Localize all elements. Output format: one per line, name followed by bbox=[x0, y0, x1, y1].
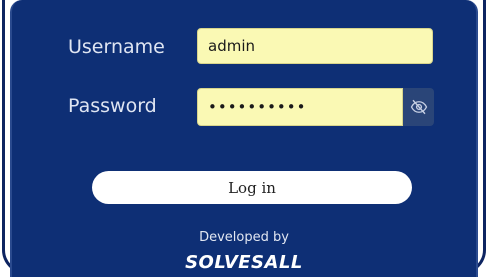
password-input[interactable] bbox=[197, 88, 403, 126]
solvesall-logo: SOLVESALL bbox=[185, 252, 303, 273]
developed-by-text: Developed by bbox=[199, 230, 289, 245]
password-label: Password bbox=[68, 95, 157, 117]
username-label: Username bbox=[68, 36, 165, 58]
eye-slash-icon bbox=[410, 99, 427, 115]
username-input[interactable] bbox=[197, 28, 433, 64]
toggle-password-visibility-button[interactable] bbox=[403, 88, 434, 126]
login-panel: Username Password Log in Developed by SO… bbox=[10, 0, 478, 277]
login-button[interactable]: Log in bbox=[92, 171, 412, 204]
